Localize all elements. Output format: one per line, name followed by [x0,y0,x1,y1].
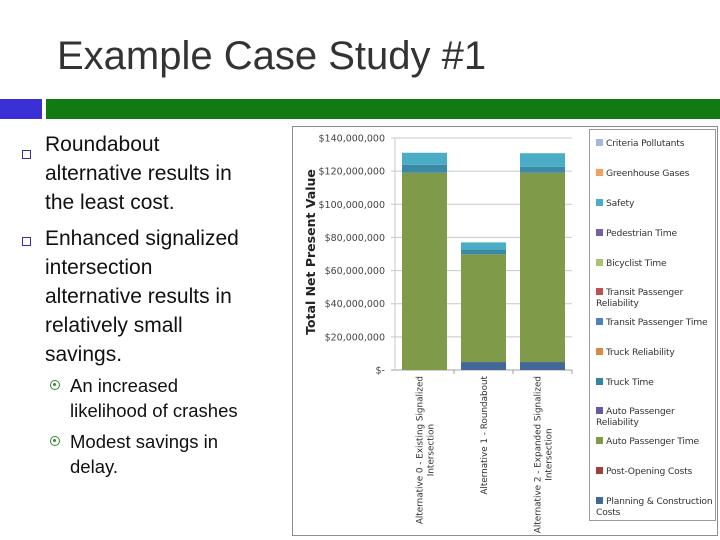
x-tick-label-line: Intersection [427,424,437,476]
legend-label: Bicyclist Time [606,258,667,269]
legend-swatch [596,288,603,295]
legend-item: Planning & Construction Costs [596,496,714,518]
y-axis-label: Total Net Present Value [303,169,318,335]
legend-label: Post-Opening Costs [606,466,693,477]
y-tick-label: $60,000,000 [325,266,385,277]
bars: Alternative 0 - Existing Signalized Inter… [402,152,565,533]
y-axis-ticks: $- $20,000,000 $40,000,000 $60,000,000 $80,0… [319,134,385,377]
legend-label: Transit Passenger Time [606,317,708,328]
legend-swatch [596,169,603,176]
x-tick-label-line: Alternative 0 - Existing Signalized [416,376,426,524]
legend-swatch [596,378,603,385]
y-tick-label: $20,000,000 [325,332,385,343]
y-tick-label: $- [376,366,385,377]
bar-segment-truck-time [520,166,565,173]
legend-label: Planning & Construction Costs [596,496,713,518]
x-tick-label: Alternative 0 - Existing Signalized Inter… [416,376,437,524]
x-tick-label: Alternative 2 - Expanded Signalized Inter… [534,376,555,533]
bar-segment-planning-construction-costs [520,362,565,370]
legend-swatch [596,348,603,355]
legend-label: Auto Passenger Reliability [596,406,675,428]
legend-swatch [596,407,603,414]
legend-swatch [596,497,603,504]
bar-segment-auto-passenger-time [520,172,565,363]
legend-item: Auto Passenger Reliability [596,406,714,428]
bar-segment-planning-construction-costs [461,362,506,370]
legend-item: Transit Passenger Reliability [596,287,714,309]
y-tick-label: $80,000,000 [325,233,385,244]
legend-item: Post-Opening Costs [596,466,714,477]
x-tick-label-line: Intersection [545,428,555,480]
bar-segment-safety [461,242,506,250]
legend-label: Safety [606,198,635,209]
legend-swatch [596,467,603,474]
x-tick-label-line: Alternative 1 - Roundabout [480,375,490,494]
y-tick-label: $140,000,000 [319,134,385,145]
y-tick-label: $120,000,000 [319,167,385,178]
bar-segment-auto-passenger-time [402,172,447,370]
legend-label: Transit Passenger Reliability [596,287,684,309]
legend-item: Criteria Pollutants [596,138,714,149]
x-tick-label-line: Alternative 2 - Expanded Signalized [534,376,544,533]
legend-swatch [596,437,603,444]
legend-item: Truck Reliability [596,347,714,358]
legend-label: Criteria Pollutants [606,138,685,149]
chart-legend: Criteria Pollutants Greenhouse Gases Safet… [589,129,716,521]
legend-swatch [596,139,603,146]
bar-segment-truck-time [402,164,447,173]
bar-segment-truck-time [461,249,506,255]
bar-segment-safety [402,152,447,165]
legend-swatch [596,229,603,236]
legend-label: Auto Passenger Time [606,436,699,447]
legend-swatch [596,199,603,206]
legend-swatch [596,259,603,266]
legend-label: Truck Reliability [606,347,675,358]
legend-item: Safety [596,198,714,209]
legend-item: Greenhouse Gases [596,168,714,179]
bar-segment-safety [520,153,565,167]
bar-segment-auto-passenger-time [461,254,506,363]
legend-label: Pedestrian Time [606,228,677,239]
y-tick-label: $100,000,000 [319,200,385,211]
x-tick-label: Alternative 1 - Roundabout [480,375,490,494]
legend-item: Transit Passenger Time [596,317,714,328]
legend-label: Truck Time [606,377,654,388]
legend-item: Pedestrian Time [596,228,714,239]
legend-label: Greenhouse Gases [606,168,690,179]
legend-item: Auto Passenger Time [596,436,714,447]
y-tick-label: $40,000,000 [325,299,385,310]
legend-swatch [596,318,603,325]
legend-item: Truck Time [596,377,714,388]
legend-item: Bicyclist Time [596,258,714,269]
